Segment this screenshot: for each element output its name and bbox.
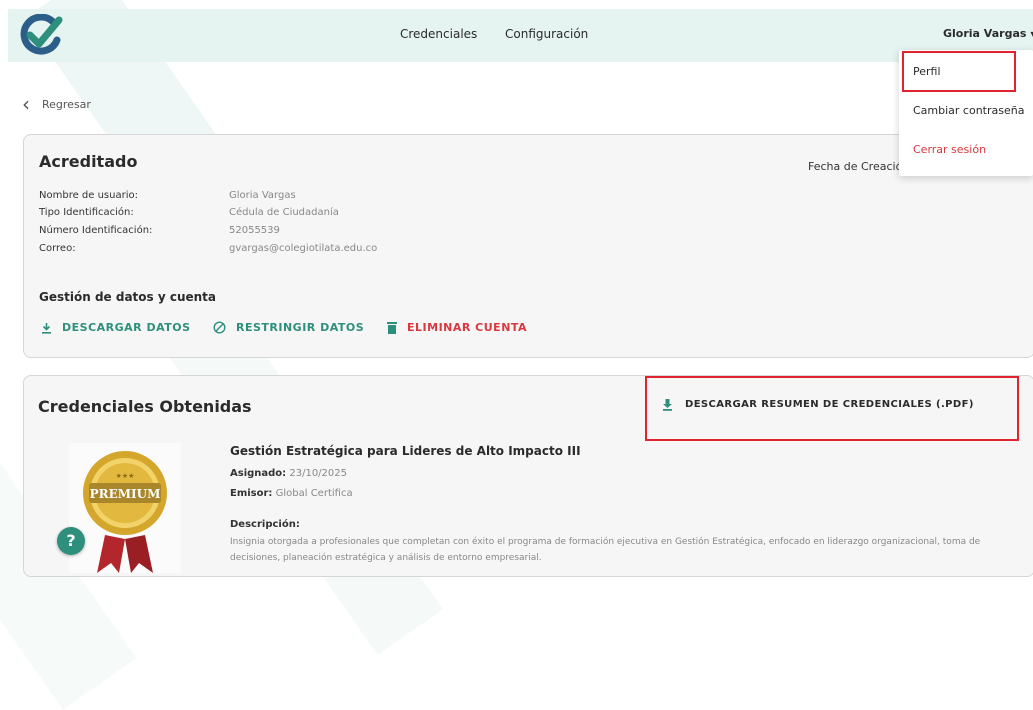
delete-account-label: ELIMINAR CUENTA <box>407 321 528 334</box>
account-section-title: Gestión de datos y cuenta <box>39 290 217 304</box>
back-label: Regresar <box>42 97 91 111</box>
info-row-email: Correo: gvargas@colegiotilata.edu.co <box>39 243 377 254</box>
premium-badge-icon: PREMIUM ★★★ <box>83 451 167 573</box>
badge-text: PREMIUM <box>90 487 161 501</box>
menu-item-cerrar-sesion[interactable]: Cerrar sesión <box>913 143 986 156</box>
credentials-card: Credenciales Obtenidas DESCARGAR RESUMEN… <box>23 375 1033 577</box>
issuer-value: Global Certifica <box>275 488 353 499</box>
info-value: Gloria Vargas <box>229 190 296 201</box>
credential-assigned: Asignado: 23/10/2025 <box>230 468 347 479</box>
credential-issuer: Emisor: Global Certifica <box>230 488 353 499</box>
nav-configuracion[interactable]: Configuración <box>505 27 588 41</box>
menu-item-perfil[interactable]: Perfil <box>913 65 941 78</box>
download-data-label: DESCARGAR DATOS <box>62 321 191 334</box>
credential-badge: PREMIUM ★★★ <box>69 443 181 573</box>
info-label: Tipo Identificación: <box>39 207 134 218</box>
help-button[interactable]: ? <box>57 527 85 555</box>
download-icon <box>663 399 672 411</box>
trash-icon <box>387 322 397 334</box>
info-row-username: Nombre de usuario: Gloria Vargas <box>39 190 296 201</box>
assigned-label: Asignado: <box>230 468 287 479</box>
issuer-label: Emisor: <box>230 488 273 499</box>
description-label: Descripción: <box>230 519 300 530</box>
info-row-id-number: Número Identificación: 52055539 <box>39 225 280 236</box>
nav-credenciales[interactable]: Credenciales <box>400 27 477 41</box>
user-menu-button[interactable]: Gloria Vargas▼ <box>943 27 1033 40</box>
credentials-title: Credenciales Obtenidas <box>38 397 252 416</box>
accredited-title: Acreditado <box>39 152 138 171</box>
chevron-left-icon: ‹ <box>22 92 30 116</box>
creation-date-label: Fecha de Creació <box>808 160 903 173</box>
credential-name: Gestión Estratégica para Lideres de Alto… <box>230 444 581 458</box>
menu-item-cambiar-contrasena[interactable]: Cambiar contraseña <box>913 104 1024 117</box>
top-navbar: Credenciales Configuración Gloria Vargas… <box>8 9 1033 62</box>
delete-account-button[interactable]: ELIMINAR CUENTA <box>387 321 527 334</box>
assigned-value: 23/10/2025 <box>289 468 347 479</box>
info-label: Correo: <box>39 243 76 254</box>
svg-text:★★★: ★★★ <box>116 472 135 480</box>
user-name: Gloria Vargas <box>943 27 1027 40</box>
info-label: Nombre de usuario: <box>39 190 138 201</box>
info-value: gvargas@colegiotilata.edu.co <box>229 243 378 254</box>
download-summary-label: DESCARGAR RESUMEN DE CREDENCIALES (.PDF) <box>685 399 974 410</box>
download-data-button[interactable]: DESCARGAR DATOS <box>41 321 191 334</box>
info-label: Número Identificación: <box>39 225 153 236</box>
block-icon <box>213 321 226 334</box>
checkmark-logo-icon[interactable] <box>16 14 64 56</box>
info-row-id-type: Tipo Identificación: Cédula de Ciudadanía <box>39 207 339 218</box>
back-link[interactable]: ‹ Regresar <box>22 94 91 114</box>
download-summary-pdf-button[interactable]: DESCARGAR RESUMEN DE CREDENCIALES (.PDF) <box>662 398 974 411</box>
user-dropdown-menu: Perfil Cambiar contraseña Cerrar sesión <box>899 50 1033 176</box>
accredited-card: Acreditado Fecha de Creació Nombre de us… <box>23 134 1033 358</box>
download-icon <box>42 322 51 334</box>
info-value: Cédula de Ciudadanía <box>229 207 339 218</box>
restrict-data-button[interactable]: RESTRINGIR DATOS <box>213 321 364 334</box>
credential-description: Insignia otorgada a profesionales que co… <box>230 537 981 563</box>
restrict-data-label: RESTRINGIR DATOS <box>236 321 365 334</box>
info-value: 52055539 <box>229 225 280 236</box>
